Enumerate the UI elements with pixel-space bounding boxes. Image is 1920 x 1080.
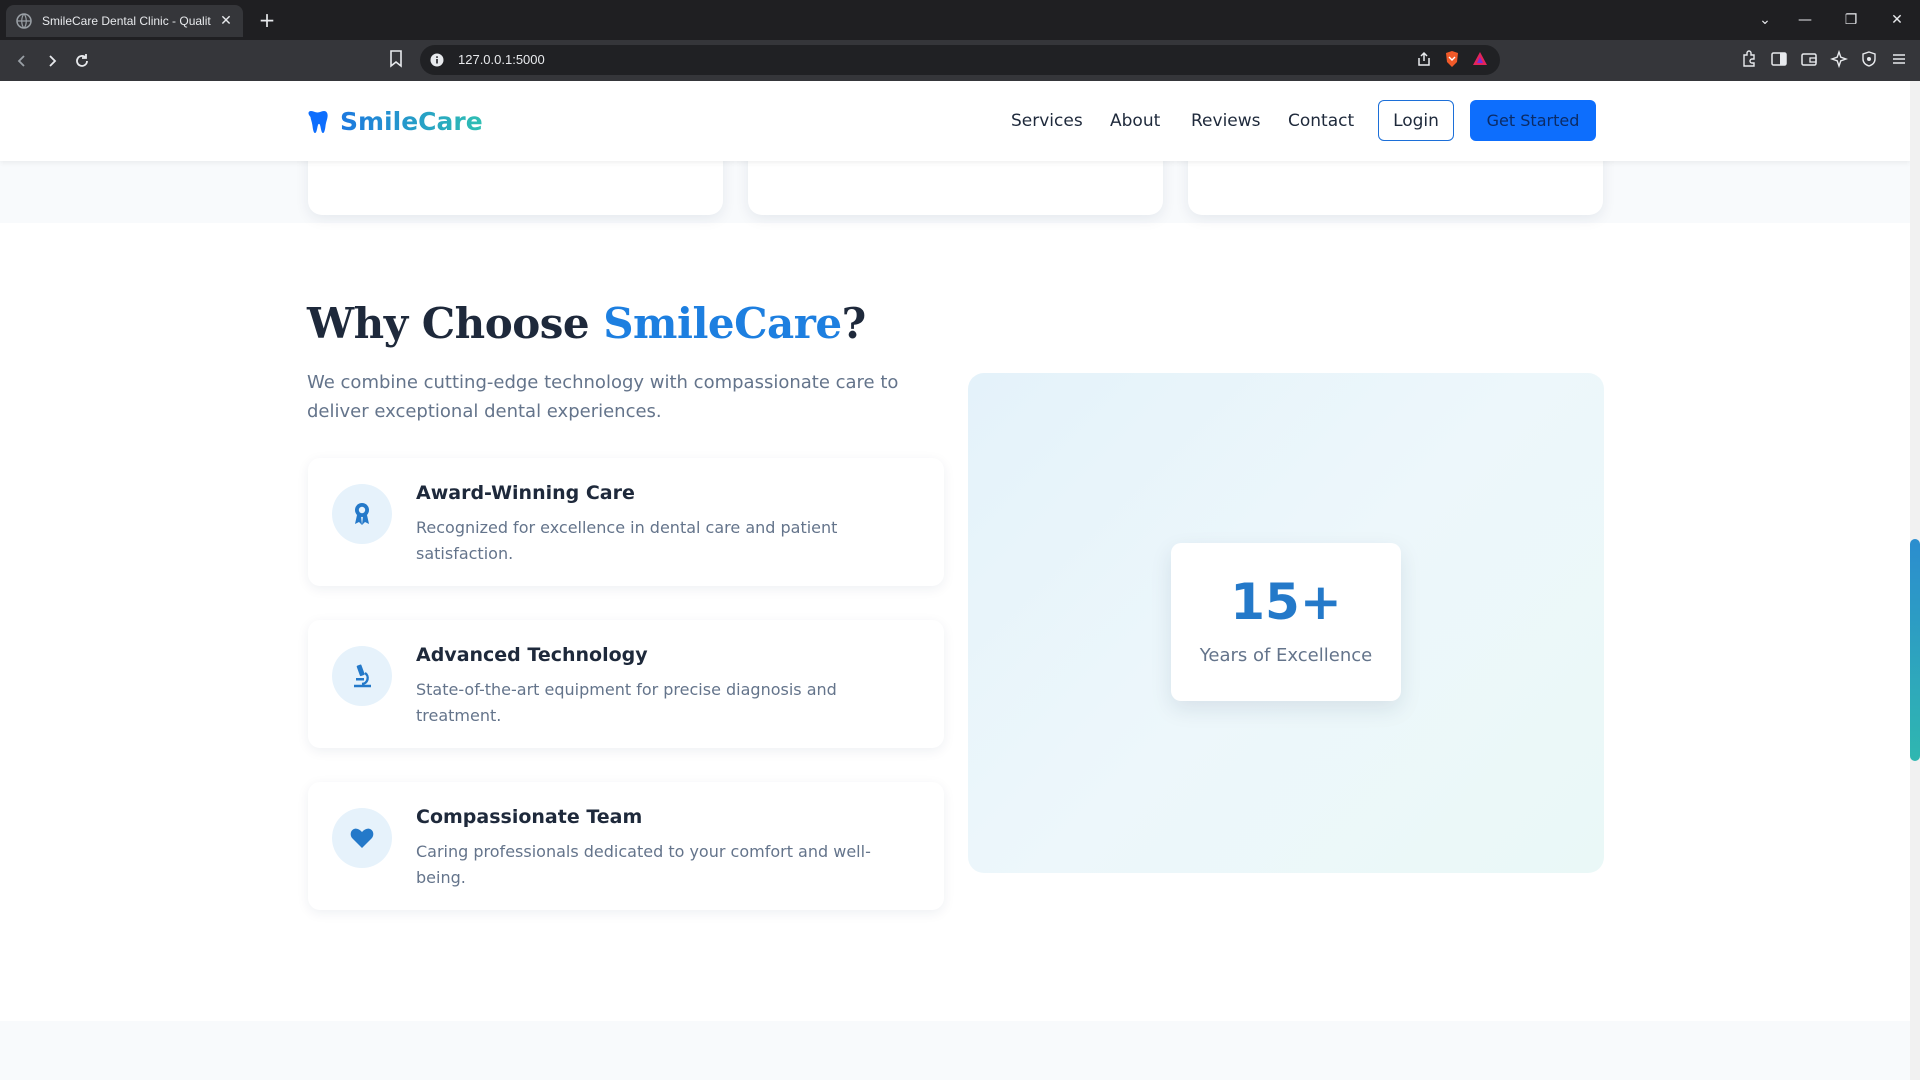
address-bar[interactable]: 127.0.0.1:5000 xyxy=(420,45,1500,75)
award-icon xyxy=(332,484,392,544)
scrollbar[interactable] xyxy=(1910,81,1920,1080)
rewards-icon[interactable] xyxy=(1472,51,1488,67)
scrollbar-thumb[interactable] xyxy=(1910,539,1920,761)
page-viewport: SmileCare Services About Reviews Contact… xyxy=(0,81,1920,1080)
section-title: Why Choose SmileCare? xyxy=(307,299,866,348)
feature-card-team: Compassionate Team Caring professionals … xyxy=(308,782,944,910)
extensions-icon[interactable] xyxy=(1740,50,1758,68)
nav-services[interactable]: Services xyxy=(1011,111,1083,131)
back-icon[interactable] xyxy=(8,47,36,75)
heart-icon xyxy=(332,808,392,868)
feature-description: Recognized for excellence in dental care… xyxy=(416,518,838,563)
microscope-icon xyxy=(332,646,392,706)
nav-contact[interactable]: Contact xyxy=(1288,111,1354,131)
nav-reviews[interactable]: Reviews xyxy=(1191,111,1261,131)
feature-title: Compassionate Team xyxy=(416,806,643,828)
feature-title: Advanced Technology xyxy=(416,644,648,666)
title-prefix: Why Choose xyxy=(307,299,604,348)
tooth-icon xyxy=(308,110,328,133)
title-accent: SmileCare xyxy=(603,299,842,348)
tab-title: SmileCare Dental Clinic - Quality xyxy=(42,14,211,28)
nav-about[interactable]: About xyxy=(1110,111,1160,131)
next-section xyxy=(0,1021,1910,1080)
stat-card: 15+ Years of Excellence xyxy=(1171,543,1401,701)
forward-icon[interactable] xyxy=(38,47,66,75)
get-started-button[interactable]: Get Started xyxy=(1470,100,1596,141)
site-info-icon[interactable] xyxy=(430,53,444,67)
site-header: SmileCare Services About Reviews Contact… xyxy=(0,81,1910,161)
brand-logo[interactable]: SmileCare xyxy=(307,107,483,136)
login-button[interactable]: Login xyxy=(1378,100,1454,141)
feature-description: State-of-the-art equipment for precise d… xyxy=(416,680,837,725)
browser-toolbar: 127.0.0.1:5000 xyxy=(0,40,1920,81)
share-icon[interactable] xyxy=(1416,51,1432,67)
section-subtitle: We combine cutting-edge technology with … xyxy=(307,372,899,422)
feature-card-award: Award-Winning Care Recognized for excell… xyxy=(308,458,944,586)
close-window-icon[interactable]: ✕ xyxy=(1874,0,1920,40)
image-panel: 15+ Years of Excellence xyxy=(968,373,1604,873)
restore-icon[interactable]: ❐ xyxy=(1828,0,1874,40)
brave-shield-icon[interactable] xyxy=(1444,50,1460,68)
menu-icon[interactable] xyxy=(1890,50,1908,68)
url-text: 127.0.0.1:5000 xyxy=(458,52,545,67)
feature-card-technology: Advanced Technology State-of-the-art equ… xyxy=(308,620,944,748)
stat-value: 15+ xyxy=(1230,573,1342,631)
wallet-icon[interactable] xyxy=(1800,50,1818,68)
feature-title: Award-Winning Care xyxy=(416,482,635,504)
new-tab-icon[interactable]: + xyxy=(255,8,279,32)
reload-icon[interactable] xyxy=(68,47,96,75)
globe-icon xyxy=(16,13,32,29)
title-suffix: ? xyxy=(841,299,867,348)
browser-tab[interactable]: SmileCare Dental Clinic - Quality ✕ xyxy=(6,5,243,37)
bookmark-icon[interactable] xyxy=(388,50,404,68)
vpn-shield-icon[interactable] xyxy=(1860,50,1878,68)
leo-ai-icon[interactable] xyxy=(1830,50,1848,68)
brand-name: SmileCare xyxy=(340,107,483,136)
stat-label: Years of Excellence xyxy=(1199,645,1373,666)
browser-tabbar: SmileCare Dental Clinic - Quality ✕ + ⌄ … xyxy=(0,0,1920,40)
feature-description: Caring professionals dedicated to your c… xyxy=(416,842,871,887)
minimize-icon[interactable]: — xyxy=(1782,0,1828,40)
sidebar-icon[interactable] xyxy=(1770,50,1788,68)
close-tab-icon[interactable]: ✕ xyxy=(217,13,235,29)
